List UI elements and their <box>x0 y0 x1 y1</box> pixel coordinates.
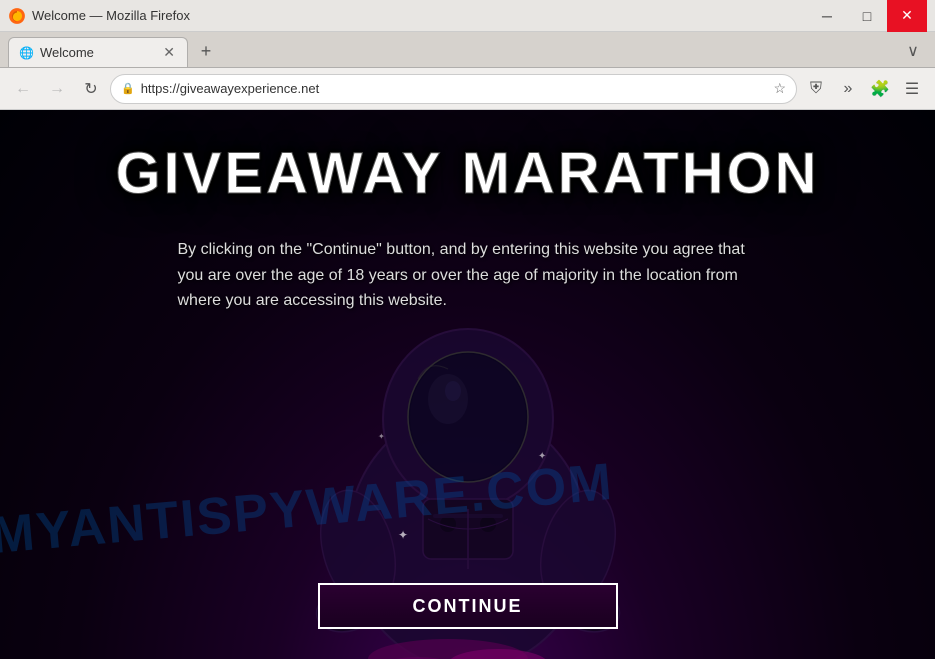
tab-label: Welcome <box>40 45 155 60</box>
titlebar-controls: ─ □ ✕ <box>807 0 927 32</box>
page-content: GIVEAWAY MARATHON By clicking on the "Co… <box>0 110 935 659</box>
overflow-button[interactable]: » <box>833 74 863 104</box>
maximize-button[interactable]: □ <box>847 0 887 32</box>
reload-button[interactable]: ↻ <box>76 74 106 104</box>
menu-button[interactable]: ☰ <box>897 74 927 104</box>
firefox-icon <box>8 7 26 25</box>
navbar: ← → ↻ 🔒 https://giveawayexperience.net ☆… <box>0 68 935 110</box>
tab-favicon: 🌐 <box>19 46 34 60</box>
page-title: GIVEAWAY MARATHON <box>115 140 819 207</box>
continue-button-wrapper: CONTINUE <box>318 583 618 629</box>
urlbar[interactable]: 🔒 https://giveawayexperience.net ☆ <box>110 74 797 104</box>
browser-content: ✦ ✦ ✦ MYANTISPYWARE.COM GIVEAWAY MARATHO… <box>0 110 935 659</box>
nav-right-icons: ⛨ » 🧩 ☰ <box>801 74 927 104</box>
browser-tab[interactable]: 🌐 Welcome ✕ <box>8 37 188 67</box>
titlebar-title: Welcome — Mozilla Firefox <box>32 8 190 23</box>
minimize-button[interactable]: ─ <box>807 0 847 32</box>
tab-overflow-button[interactable]: ∨ <box>899 37 927 65</box>
shield-button[interactable]: ⛨ <box>801 74 831 104</box>
disclaimer-text: By clicking on the "Continue" button, an… <box>178 237 758 314</box>
lock-icon: 🔒 <box>121 82 135 95</box>
extensions-button[interactable]: 🧩 <box>865 74 895 104</box>
new-tab-button[interactable]: + <box>192 37 220 65</box>
close-button[interactable]: ✕ <box>887 0 927 32</box>
tab-close-button[interactable]: ✕ <box>161 42 177 63</box>
titlebar-left: Welcome — Mozilla Firefox <box>8 7 190 25</box>
titlebar: Welcome — Mozilla Firefox ─ □ ✕ <box>0 0 935 32</box>
tabbar: 🌐 Welcome ✕ + ∨ <box>0 32 935 68</box>
back-button[interactable]: ← <box>8 74 38 104</box>
bookmark-icon[interactable]: ☆ <box>773 80 786 97</box>
continue-button[interactable]: CONTINUE <box>318 583 618 629</box>
forward-button[interactable]: → <box>42 74 72 104</box>
url-text: https://giveawayexperience.net <box>141 81 768 96</box>
